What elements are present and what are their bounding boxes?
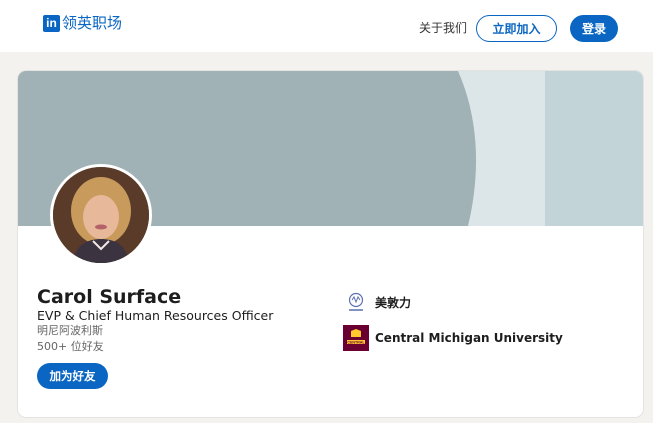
current-company[interactable]: 美敦力 xyxy=(343,289,411,315)
profile-card: Carol Surface EVP & Chief Human Resource… xyxy=(18,71,643,417)
company-name: 美敦力 xyxy=(375,295,412,310)
top-navigation-bar: in 领英职场 关于我们 立即加入 登录 xyxy=(0,0,653,52)
linkedin-in-icon: in xyxy=(43,15,60,32)
school-name: Central Michigan University xyxy=(375,331,563,345)
connections-count: 500+ 位好友 xyxy=(37,340,104,353)
cmu-logo-icon: CENTRAL xyxy=(343,325,369,351)
connect-button[interactable]: 加为好友 xyxy=(37,363,108,389)
about-us-link[interactable]: 关于我们 xyxy=(419,20,467,36)
profile-headline: EVP & Chief Human Resources Officer xyxy=(37,308,274,323)
linkedin-logo[interactable]: in 领英职场 xyxy=(43,15,122,32)
sign-in-button[interactable]: 登录 xyxy=(570,15,618,42)
education-school[interactable]: CENTRAL Central Michigan University xyxy=(343,325,563,351)
logo-wordmark: 领英职场 xyxy=(62,14,123,32)
profile-name: Carol Surface xyxy=(37,286,182,308)
profile-location: 明尼阿波利斯 xyxy=(37,324,103,337)
join-now-button[interactable]: 立即加入 xyxy=(476,15,557,42)
profile-photo xyxy=(50,164,152,266)
medtronic-logo-icon xyxy=(343,289,369,315)
cmu-logo-text: CENTRAL xyxy=(347,340,365,344)
